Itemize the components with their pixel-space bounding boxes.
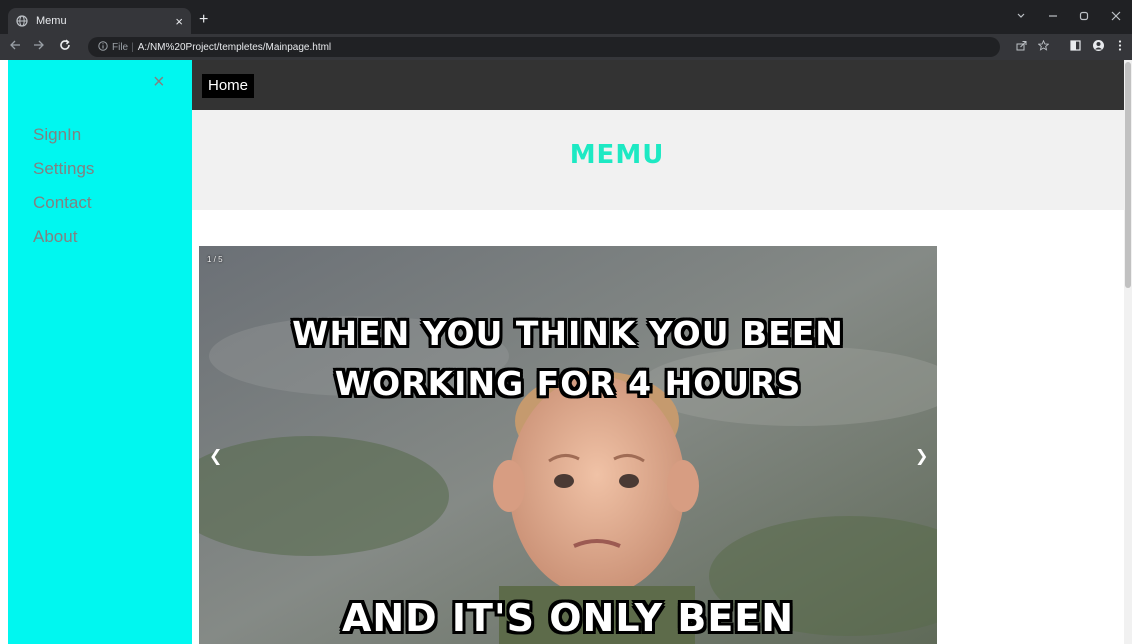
sidebar: × SignIn Settings Contact About	[8, 60, 192, 644]
new-tab-button[interactable]: +	[199, 12, 208, 28]
page-viewport: × SignIn Settings Contact About Home MEM…	[0, 60, 1132, 644]
back-icon[interactable]	[9, 39, 21, 54]
next-slide-button[interactable]: ❯	[915, 446, 928, 466]
sidebar-item-settings[interactable]: Settings	[33, 160, 94, 177]
browser-toolbar: File | A:/NM%20Project/templetes/Mainpag…	[0, 34, 1132, 60]
page-header: MEMU	[192, 110, 1132, 210]
sidebar-nav: SignIn Settings Contact About	[33, 126, 94, 262]
minimize-icon[interactable]	[1048, 10, 1058, 24]
browser-tabstrip: Memu × +	[0, 0, 1132, 34]
slide-counter: 1 / 5	[207, 255, 223, 264]
forward-icon[interactable]	[33, 39, 45, 54]
reload-icon[interactable]	[59, 39, 71, 54]
prev-slide-button[interactable]: ❮	[209, 446, 222, 466]
page-scrollbar[interactable]	[1124, 60, 1132, 644]
sidebar-item-about[interactable]: About	[33, 228, 94, 245]
sidebar-item-contact[interactable]: Contact	[33, 194, 94, 211]
sidebar-close-button[interactable]: ×	[153, 72, 165, 92]
slideshow: 1 / 5 WHEN YOU THINK YOU BEEN WORKING FO…	[199, 246, 937, 644]
close-window-icon[interactable]	[1111, 10, 1121, 24]
meme-caption-line-3: AND IT'S ONLY BEEN	[341, 596, 795, 640]
tab-search-icon[interactable]	[1016, 10, 1026, 24]
browser-tab[interactable]: Memu ×	[8, 8, 191, 34]
meme-caption-line-1: WHEN YOU THINK YOU BEEN	[292, 314, 844, 353]
maximize-icon[interactable]	[1079, 10, 1089, 24]
url-scheme: File	[112, 41, 129, 53]
tab-close-icon[interactable]: ×	[175, 14, 183, 29]
info-icon[interactable]	[98, 40, 108, 54]
address-bar[interactable]: File | A:/NM%20Project/templetes/Mainpag…	[88, 37, 1000, 57]
profile-icon[interactable]	[1093, 40, 1104, 54]
url-text: A:/NM%20Project/templetes/Mainpage.html	[137, 41, 332, 53]
meme-caption-line-2: WORKING FOR 4 HOURS	[334, 364, 802, 403]
sidebar-item-signin[interactable]: SignIn	[33, 126, 94, 143]
menu-icon[interactable]	[1118, 40, 1122, 54]
url-separator: |	[131, 41, 134, 53]
top-navbar: Home	[192, 60, 1132, 110]
share-icon[interactable]	[1016, 40, 1027, 54]
slide-image	[199, 246, 937, 644]
star-icon[interactable]	[1037, 39, 1050, 54]
globe-icon	[16, 15, 28, 27]
home-link[interactable]: Home	[202, 74, 255, 98]
sidepanel-icon[interactable]	[1070, 40, 1081, 54]
scrollbar-thumb[interactable]	[1125, 62, 1131, 288]
page-title: MEMU	[569, 140, 665, 170]
tab-title: Memu	[36, 15, 67, 27]
